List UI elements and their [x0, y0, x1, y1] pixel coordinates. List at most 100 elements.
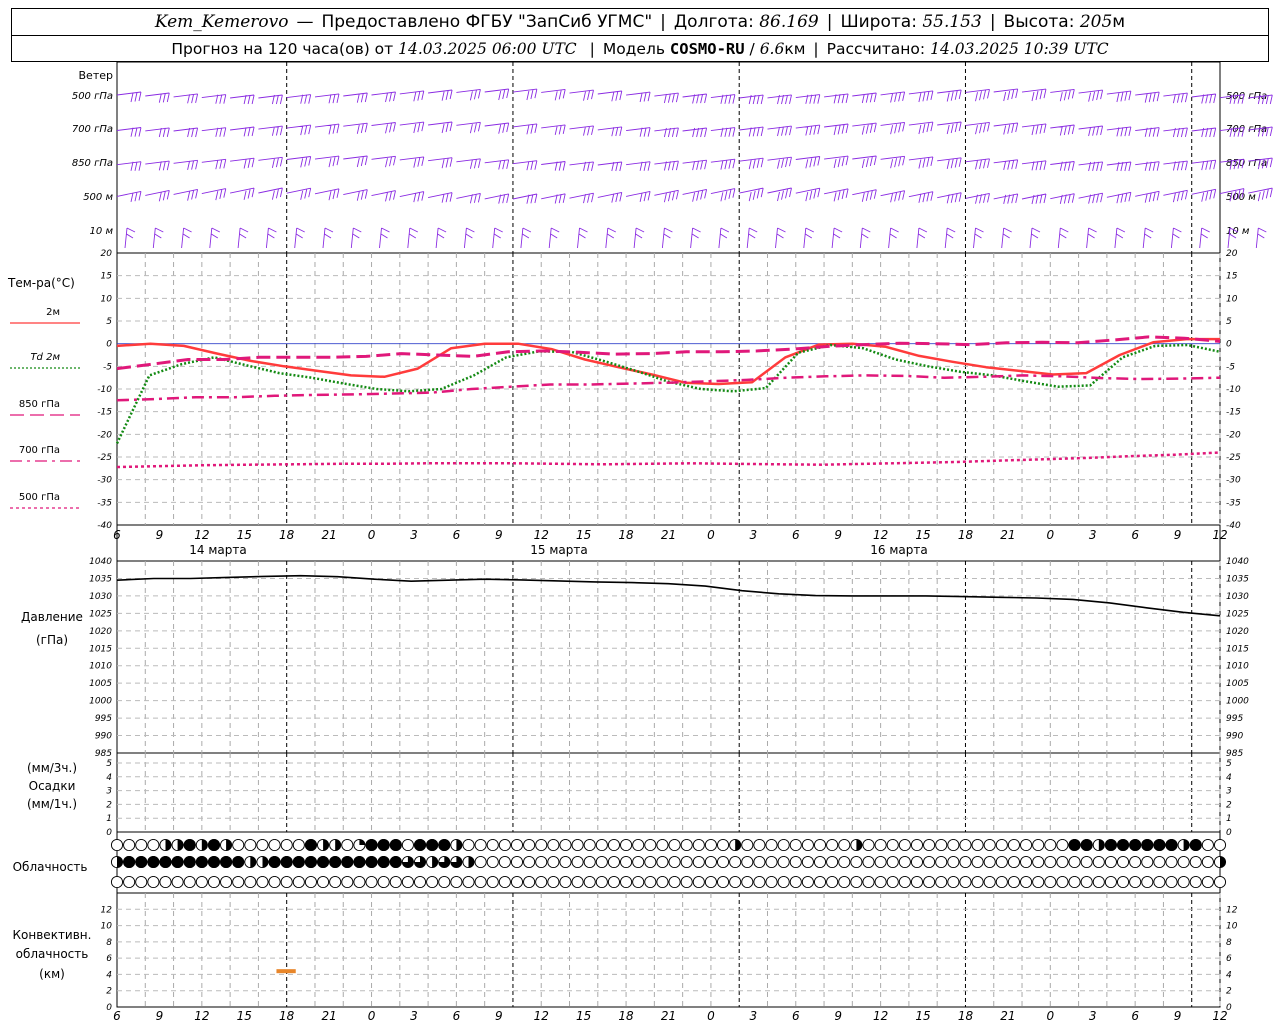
wind-barb	[597, 126, 623, 137]
temp-legend-label: 500 гПа	[19, 492, 60, 503]
wind-barb	[1135, 127, 1160, 137]
temp-tick-right: 0	[1226, 340, 1232, 350]
wind-barb	[371, 122, 396, 134]
cloud-symbol	[1165, 855, 1178, 869]
hour-tick-label: 6	[453, 1009, 461, 1023]
cloud-symbol	[620, 875, 633, 889]
cloud-symbol-half	[1183, 839, 1190, 851]
cloud-symbol	[1104, 855, 1117, 869]
cloud-symbol	[923, 838, 936, 852]
hour-tick-label: 0	[707, 1009, 715, 1023]
wind-barb	[484, 193, 510, 204]
hour-tick-label: 6	[453, 528, 461, 542]
temp-tick-left: -25	[97, 453, 112, 463]
temp-tick-left: -5	[103, 362, 112, 372]
wind-barb	[286, 187, 312, 200]
cloud-symbol	[971, 838, 984, 852]
cloud-symbol-half	[177, 839, 184, 851]
wind-barb	[428, 121, 453, 134]
cloud-symbol	[571, 855, 584, 869]
cloud-symbol-overcast	[195, 855, 208, 869]
wind-barb	[145, 189, 170, 202]
cloud-symbol	[692, 875, 705, 889]
hour-tick-label: 21	[1000, 1009, 1015, 1023]
conv-tick-left: 10	[101, 922, 113, 932]
conv-tick-left: 0	[106, 1003, 112, 1013]
hour-tick-label: 9	[156, 1009, 164, 1023]
cloud-symbol	[1177, 855, 1190, 869]
pressure-tick-right: 1035	[1226, 574, 1249, 584]
cloud-symbol	[377, 875, 390, 889]
cloud-symbol	[401, 875, 414, 889]
pressure-tick-right: 995	[1226, 714, 1243, 724]
cloud-symbol-overcast	[1165, 838, 1178, 852]
cloud-symbol	[474, 855, 487, 869]
cloud-symbol	[268, 875, 281, 889]
cloud-symbol	[1056, 855, 1069, 869]
wind-barb	[654, 92, 679, 104]
wind-barb	[512, 123, 538, 135]
wind-barb	[512, 88, 538, 101]
wind-barb-10m	[265, 227, 277, 249]
wind-barb	[484, 88, 510, 101]
hour-tick-label: 3	[750, 1009, 758, 1023]
hour-tick-label: 6	[113, 1009, 121, 1023]
wind-barb-10m	[463, 227, 475, 249]
wind-barb	[512, 160, 538, 171]
wind-barb	[569, 192, 594, 204]
wind-barb	[795, 156, 821, 169]
wind-barb	[880, 121, 906, 135]
wind-barb	[399, 191, 425, 203]
wind-barb-10m	[435, 227, 447, 249]
wind-barb	[937, 157, 962, 169]
wind-barb	[965, 88, 990, 102]
hour-tick-label: 9	[495, 528, 503, 542]
cloud-symbol	[753, 855, 766, 869]
cloud-symbol	[704, 875, 717, 889]
cloud-symbol-overcast	[135, 855, 148, 869]
cloud-symbol	[232, 875, 245, 889]
wind-barb	[1078, 125, 1104, 137]
cloud-symbol	[632, 875, 645, 889]
conv-label-1: Конвективн.	[13, 928, 92, 942]
cloud-symbol-overcast	[353, 855, 366, 869]
wind-barb	[1021, 88, 1047, 102]
cloud-symbol	[498, 838, 511, 852]
cloud-symbol	[462, 875, 475, 889]
wind-barb-10m	[124, 227, 136, 249]
wind-barb-10m	[181, 227, 192, 249]
wind-barb	[512, 193, 538, 204]
wind-barb	[484, 122, 510, 134]
wind-barb-10m	[1057, 227, 1069, 249]
cloud-symbol	[450, 875, 463, 889]
cloud-symbol-half	[262, 856, 269, 868]
cloud-symbol-half	[250, 856, 256, 868]
cloud-symbol	[886, 855, 899, 869]
cloud-symbol	[910, 875, 924, 889]
precip-tick-right: 4	[1226, 773, 1232, 783]
pressure-tick-left: 1000	[89, 697, 112, 707]
cloud-symbol	[195, 875, 208, 889]
wind-barb	[880, 155, 906, 169]
cloud-symbol-overcast	[365, 838, 378, 852]
cloud-symbol	[813, 855, 827, 869]
wind-barb	[286, 156, 312, 168]
pressure-tick-left: 1020	[89, 627, 112, 637]
wind-barb	[569, 89, 594, 101]
hour-tick-label: 0	[1046, 1009, 1054, 1023]
cloud-symbol	[135, 875, 148, 889]
wind-barb	[1021, 123, 1047, 136]
wind-barb	[230, 187, 255, 200]
temp-tick-right: 15	[1226, 272, 1238, 282]
temp-legend-label: 700 гПа	[19, 445, 60, 456]
hour-tick-label: 15	[915, 1009, 930, 1023]
cloud-symbol	[1189, 855, 1202, 869]
wind-barb	[173, 93, 199, 104]
conv-tick-right: 6	[1226, 954, 1232, 964]
precip-label-top: (мм/3ч.)	[27, 761, 77, 775]
wind-barb	[993, 159, 1019, 170]
wind-barb-10m	[803, 227, 815, 249]
wind-barb	[258, 125, 283, 136]
cloud-symbol	[171, 875, 184, 889]
cloud-symbol-overcast	[304, 855, 317, 869]
